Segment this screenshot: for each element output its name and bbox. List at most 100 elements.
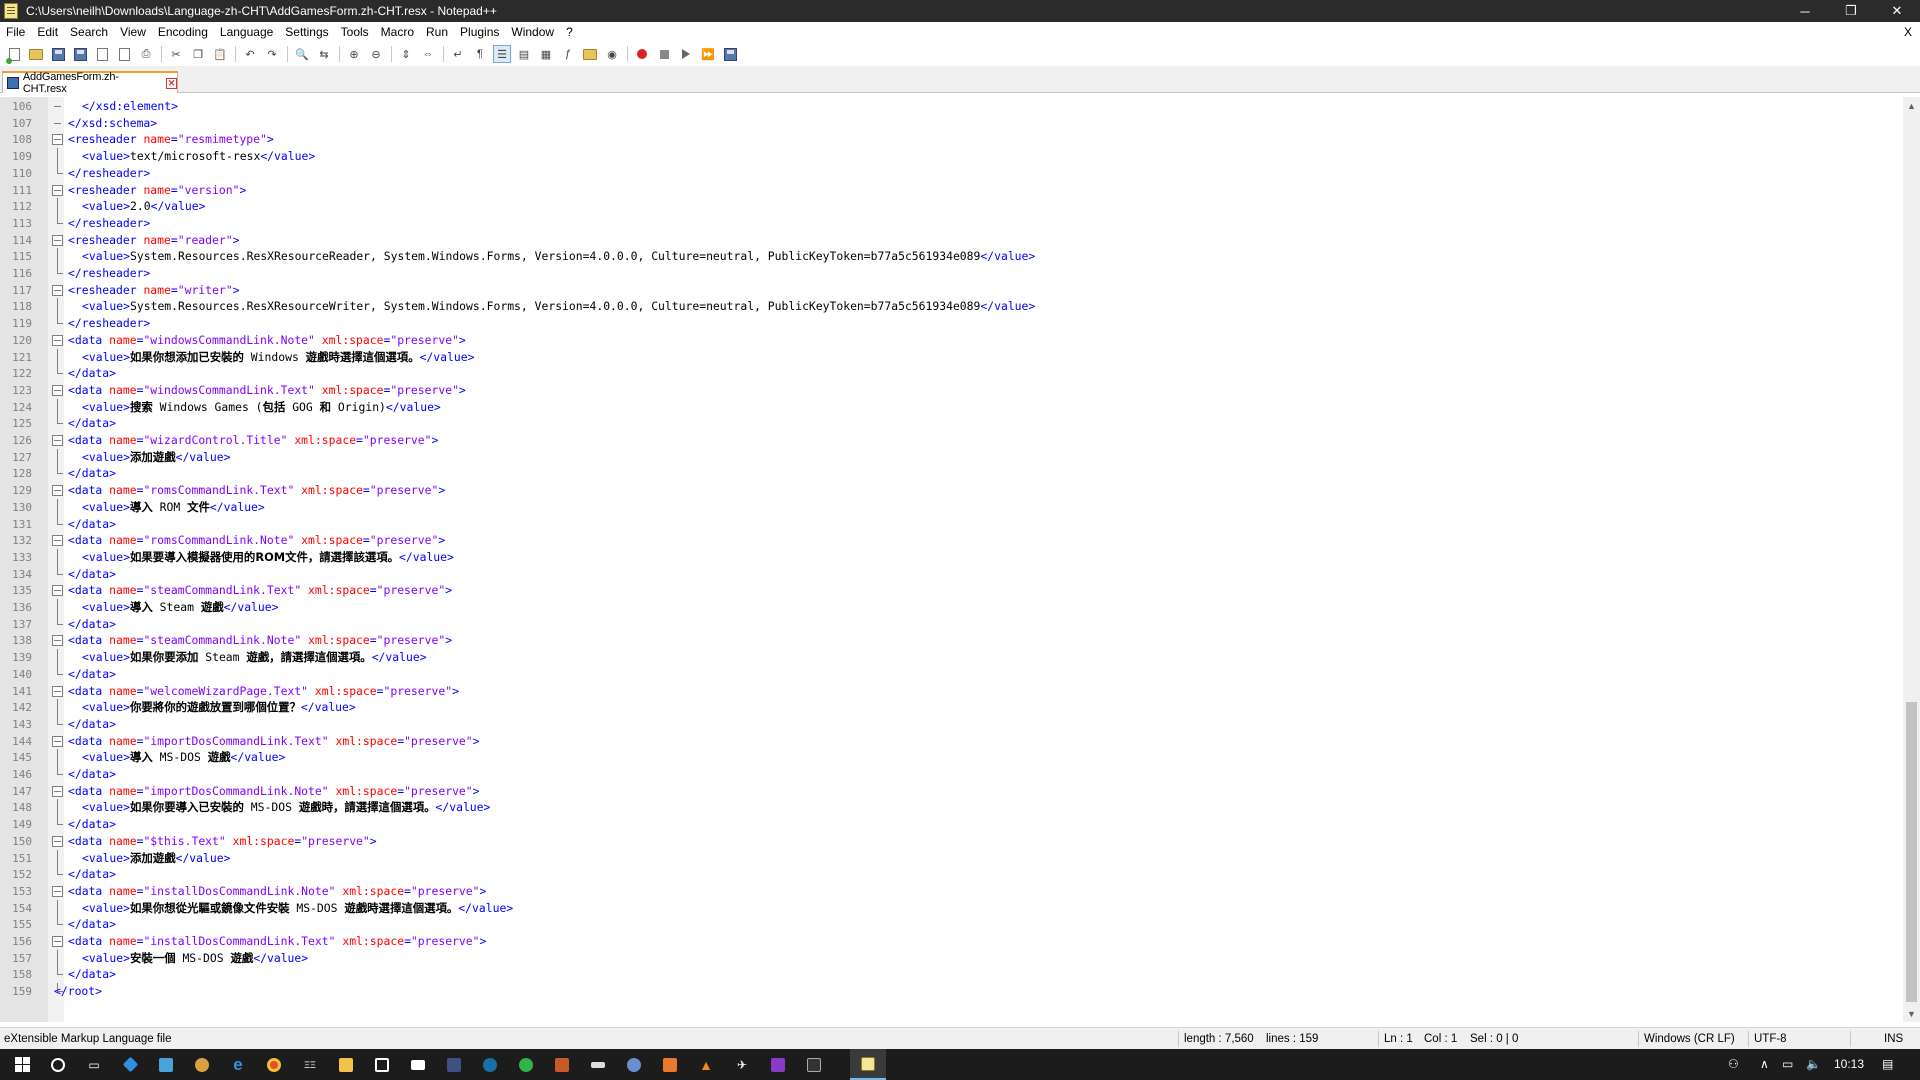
code-line[interactable]: 112 <value>2.0</value> bbox=[0, 198, 1900, 216]
code-line[interactable]: 120 <data name="windowsCommandLink.Note" … bbox=[0, 332, 1900, 349]
code-line[interactable]: 126 <data name="wizardControl.Title" xml:… bbox=[0, 432, 1900, 449]
new-file-icon[interactable] bbox=[5, 45, 23, 64]
menu-tools[interactable]: Tools bbox=[335, 22, 375, 42]
code-line[interactable]: 151 <value>添加遊戲</value> bbox=[0, 849, 1900, 867]
code-line[interactable]: 119 </resheader> bbox=[0, 315, 1900, 332]
fold-toggle-icon[interactable] bbox=[50, 432, 64, 449]
menu-encoding[interactable]: Encoding bbox=[152, 22, 214, 42]
code-line[interactable]: 113 </resheader> bbox=[0, 214, 1900, 232]
store-icon[interactable] bbox=[364, 1049, 400, 1080]
code-line[interactable]: 116 </resheader> bbox=[0, 265, 1900, 282]
zoom-out-icon[interactable]: ⊖ bbox=[367, 45, 385, 63]
sync-vertical-icon[interactable]: ⇕ bbox=[397, 45, 415, 63]
function-list-icon[interactable]: ƒ bbox=[559, 45, 577, 63]
search-icon[interactable] bbox=[40, 1049, 76, 1080]
fold-toggle-icon[interactable] bbox=[50, 282, 64, 299]
app-colorful-icon[interactable] bbox=[544, 1049, 580, 1080]
play-macro-icon[interactable] bbox=[677, 45, 695, 63]
code-line[interactable]: 137 </data> bbox=[0, 615, 1900, 633]
tab-close-icon[interactable]: ✕ bbox=[166, 77, 177, 89]
open-file-icon[interactable] bbox=[27, 45, 45, 63]
menu-file[interactable]: File bbox=[0, 22, 31, 42]
menu-help[interactable]: ? bbox=[560, 22, 579, 42]
user-language-icon[interactable]: ▤ bbox=[515, 45, 533, 63]
undo-icon[interactable]: ↶ bbox=[241, 45, 259, 63]
scroll-up-icon[interactable]: ▲ bbox=[1903, 97, 1920, 114]
mail-icon[interactable] bbox=[400, 1049, 436, 1080]
code-line[interactable]: 157 <value>安裝一個 MS-DOS 遊戲</value> bbox=[0, 949, 1900, 967]
print-icon[interactable]: ⎙ bbox=[137, 45, 155, 63]
close-all-icon[interactable] bbox=[115, 45, 133, 63]
zoom-in-icon[interactable]: ⊕ bbox=[345, 45, 363, 63]
code-line[interactable]: 153 <data name="installDosCommandLink.Not… bbox=[0, 883, 1900, 900]
maximize-button[interactable]: ❐ bbox=[1828, 0, 1874, 22]
menu-view[interactable]: View bbox=[114, 22, 152, 42]
status-insert-mode[interactable]: INS bbox=[1884, 1028, 1903, 1050]
code-editor[interactable]: 106 </xsd:element> 107 </xsd:schema> 108 <res… bbox=[0, 97, 1920, 1022]
code-line[interactable]: 154 <value>如果你想從光驅或鏡像文件安裝 MS-DOS 遊戲時選擇這個選… bbox=[0, 899, 1900, 917]
code-line[interactable]: 128 </data> bbox=[0, 465, 1900, 482]
app-cube-icon[interactable] bbox=[148, 1049, 184, 1080]
fold-toggle-icon[interactable] bbox=[50, 683, 64, 700]
scrollbar-thumb[interactable] bbox=[1906, 702, 1917, 1002]
edge-icon[interactable]: e bbox=[220, 1049, 256, 1080]
code-line[interactable]: 130 <value>導入 ROM 文件</value> bbox=[0, 498, 1900, 516]
fold-toggle-icon[interactable] bbox=[50, 833, 64, 850]
network-icon[interactable]: ▭ bbox=[1782, 1049, 1793, 1080]
app-car-icon[interactable] bbox=[580, 1049, 616, 1080]
code-line[interactable]: 109 <value>text/microsoft-resx</value> bbox=[0, 148, 1900, 166]
app-bird-icon[interactable]: ✈ bbox=[724, 1049, 760, 1080]
code-line[interactable]: 138 <data name="steamCommandLink.Note" xm… bbox=[0, 632, 1900, 649]
paste-icon[interactable]: 📋 bbox=[211, 45, 229, 63]
code-line[interactable]: 131 </data> bbox=[0, 515, 1900, 533]
code-line[interactable]: 152 </data> bbox=[0, 866, 1900, 883]
file-explorer-icon[interactable] bbox=[328, 1049, 364, 1080]
code-line[interactable]: 141 <data name="welcomeWizardPage.Text" x… bbox=[0, 683, 1900, 700]
menu-edit[interactable]: Edit bbox=[31, 22, 64, 42]
app-chart-icon[interactable] bbox=[796, 1049, 832, 1080]
close-icon[interactable] bbox=[93, 45, 111, 63]
menu-macro[interactable]: Macro bbox=[375, 22, 420, 42]
copy-icon[interactable]: ❐ bbox=[189, 45, 207, 63]
folder-workspace-icon[interactable] bbox=[581, 45, 599, 63]
app-orange-icon[interactable] bbox=[652, 1049, 688, 1080]
code-line[interactable]: 118 <value>System.Resources.ResXResourceW… bbox=[0, 298, 1900, 316]
find-icon[interactable]: 🔍 bbox=[293, 45, 311, 63]
doc-map-icon[interactable]: ▦ bbox=[537, 45, 555, 63]
menu-plugins[interactable]: Plugins bbox=[454, 22, 505, 42]
save-icon[interactable] bbox=[49, 45, 67, 63]
app-globe-icon[interactable] bbox=[616, 1049, 652, 1080]
fold-toggle-icon[interactable] bbox=[50, 382, 64, 399]
volume-icon[interactable]: 🔈 bbox=[1806, 1049, 1821, 1080]
code-line[interactable]: 107 </xsd:schema> bbox=[0, 115, 1900, 132]
notepad-plus-plus-icon[interactable] bbox=[850, 1049, 886, 1080]
record-macro-icon[interactable] bbox=[633, 45, 651, 63]
code-line[interactable]: 144 <data name="importDosCommandLink.Text… bbox=[0, 733, 1900, 750]
notifications-icon[interactable]: ▤ bbox=[1882, 1049, 1893, 1080]
start-icon[interactable] bbox=[4, 1049, 40, 1080]
fold-toggle-icon[interactable] bbox=[50, 482, 64, 499]
app-green-icon[interactable] bbox=[508, 1049, 544, 1080]
chrome-icon[interactable] bbox=[256, 1049, 292, 1080]
code-line[interactable]: 156 <data name="installDosCommandLink.Tex… bbox=[0, 933, 1900, 950]
task-view-icon[interactable]: ▭ bbox=[76, 1049, 112, 1080]
minimize-button[interactable]: ─ bbox=[1782, 0, 1828, 22]
code-line[interactable]: 143 </data> bbox=[0, 715, 1900, 733]
menu-search[interactable]: Search bbox=[64, 22, 114, 42]
fold-toggle-icon[interactable] bbox=[50, 332, 64, 349]
fold-toggle-icon[interactable] bbox=[50, 733, 64, 750]
save-macro-icon[interactable] bbox=[721, 45, 739, 63]
code-line[interactable]: 122 </data> bbox=[0, 365, 1900, 382]
code-line[interactable]: 114 <resheader name="reader"> bbox=[0, 232, 1900, 249]
code-line[interactable]: 135 <data name="steamCommandLink.Text" xm… bbox=[0, 582, 1900, 599]
code-line[interactable]: 150 <data name="$this.Text" xml:space="pr… bbox=[0, 833, 1900, 850]
code-line[interactable]: 123 <data name="windowsCommandLink.Text" … bbox=[0, 382, 1900, 399]
fold-toggle-icon[interactable] bbox=[50, 582, 64, 599]
code-line[interactable]: 115 <value>System.Resources.ResXResourceR… bbox=[0, 248, 1900, 266]
app-misc-icon[interactable]: ΞΞ bbox=[292, 1049, 328, 1080]
code-line[interactable]: 108 <resheader name="resmimetype"> bbox=[0, 131, 1900, 148]
code-line[interactable]: 147 <data name="importDosCommandLink.Note… bbox=[0, 783, 1900, 800]
code-line[interactable]: 127 <value>添加遊戲</value> bbox=[0, 448, 1900, 466]
code-line[interactable]: 125 </data> bbox=[0, 415, 1900, 432]
menu-window[interactable]: Window bbox=[505, 22, 560, 42]
